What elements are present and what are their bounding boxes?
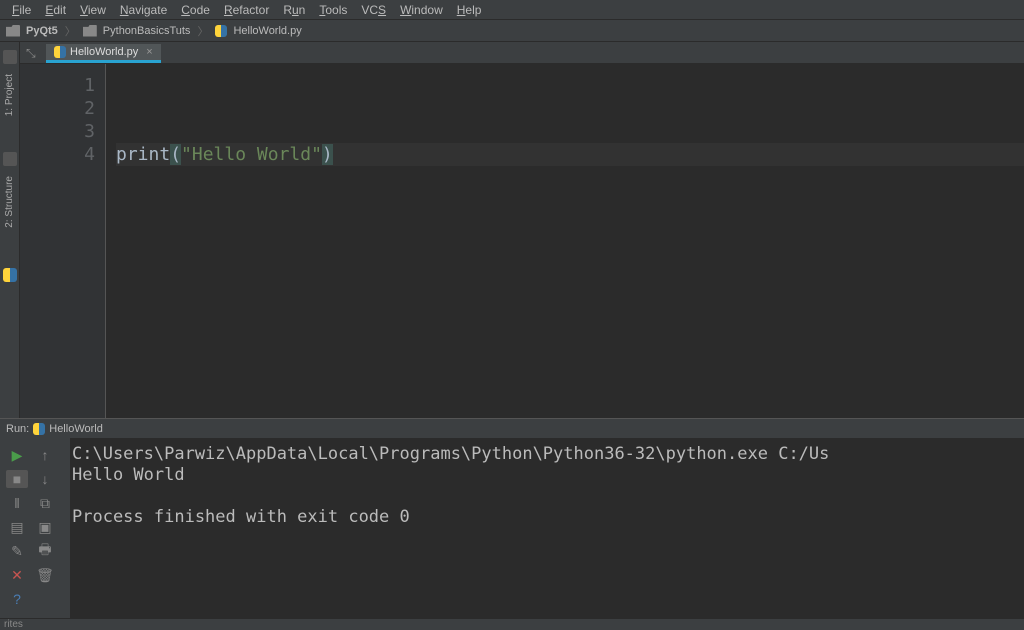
project-tool-icon[interactable] (3, 50, 17, 64)
menu-view[interactable]: View (74, 1, 112, 19)
menu-navigate[interactable]: Navigate (114, 1, 173, 19)
code-area[interactable]: print("Hello World") (105, 64, 1024, 418)
layout-icon[interactable]: ▤ (6, 518, 28, 536)
code-token-string: "Hello World" (181, 144, 322, 165)
scroll-up-icon[interactable]: ↑ (34, 446, 56, 464)
sidebar-tab-structure[interactable]: 2: Structure (4, 172, 15, 232)
gutter: 1 2 3 4 (20, 64, 105, 418)
console-line: C:\Users\Parwiz\AppData\Local\Programs\P… (72, 444, 829, 464)
hide-panel-icon[interactable]: ⤡ (26, 46, 40, 60)
folder-icon (83, 25, 97, 37)
pin-icon[interactable]: ✎ (6, 542, 28, 560)
run-toolbar: ▶ ↑ ■ ↓ ‖ ⧉ ▤ ▣ ✎ 🖶 ✕ 🗑 ? (0, 438, 70, 618)
line-number: 4 (20, 143, 95, 166)
scroll-down-icon[interactable]: ↓ (34, 470, 56, 488)
line-number: 1 (20, 74, 95, 97)
sidebar-tab-project[interactable]: 1: Project (4, 70, 15, 120)
run-label: Run: (6, 423, 29, 435)
line-number: 3 (20, 120, 95, 143)
run-panel-header: Run: HelloWorld (0, 418, 1024, 438)
settings-icon[interactable]: ⧉ (34, 494, 56, 512)
console-line: Process finished with exit code 0 (72, 507, 410, 527)
statusbar: rites (0, 618, 1024, 630)
folder-icon (6, 25, 20, 37)
structure-tool-icon[interactable] (3, 152, 17, 166)
help-button[interactable]: ? (6, 590, 28, 608)
statusbar-text: rites (4, 619, 23, 630)
python-icon (215, 25, 227, 37)
python-icon (54, 46, 66, 58)
soft-wrap-icon[interactable]: ▣ (34, 518, 56, 536)
run-config-name: HelloWorld (49, 423, 103, 435)
print-icon[interactable]: 🖶 (34, 542, 56, 560)
menu-code[interactable]: Code (175, 1, 216, 19)
pause-button[interactable]: ‖ (6, 494, 28, 512)
code-editor[interactable]: 1 2 3 4 print("Hello World") (20, 64, 1024, 418)
menu-window[interactable]: Window (394, 1, 449, 19)
menubar: File Edit View Navigate Code Refactor Ru… (0, 0, 1024, 20)
tool-window-rail: 1: Project 2: Structure (0, 42, 20, 418)
breadcrumb-folder[interactable]: PythonBasicsTuts (103, 25, 191, 37)
menu-help[interactable]: Help (451, 1, 488, 19)
chevron-right-icon: 〉 (65, 23, 76, 39)
menu-edit[interactable]: Edit (39, 1, 72, 19)
python-icon (33, 423, 45, 435)
code-token-paren: ( (170, 144, 181, 165)
line-number: 2 (20, 97, 95, 120)
menu-file[interactable]: File (6, 1, 37, 19)
trash-icon[interactable]: 🗑 (34, 566, 56, 584)
close-icon[interactable]: × (146, 46, 152, 58)
console-output[interactable]: C:\Users\Parwiz\AppData\Local\Programs\P… (70, 438, 1024, 618)
breadcrumb: PyQt5 〉 PythonBasicsTuts 〉 HelloWorld.py (0, 20, 1024, 42)
menu-tools[interactable]: Tools (313, 1, 353, 19)
breadcrumb-file[interactable]: HelloWorld.py (233, 25, 301, 37)
chevron-right-icon: 〉 (197, 23, 208, 39)
menu-run[interactable]: Run (277, 1, 311, 19)
code-token-fn: print (116, 144, 170, 165)
tab-filename: HelloWorld.py (70, 46, 138, 58)
rerun-button[interactable]: ▶ (6, 446, 28, 464)
run-panel: ▶ ↑ ■ ↓ ‖ ⧉ ▤ ▣ ✎ 🖶 ✕ 🗑 ? C:\Users\Parwi… (0, 438, 1024, 618)
close-button[interactable]: ✕ (6, 566, 28, 584)
python-console-icon[interactable] (3, 268, 17, 282)
stop-button[interactable]: ■ (6, 470, 28, 488)
menu-vcs[interactable]: VCS (355, 1, 392, 19)
breadcrumb-project[interactable]: PyQt5 (26, 25, 58, 37)
editor-tabbar: ⤡ HelloWorld.py × (20, 42, 1024, 64)
code-token-paren: ) (322, 144, 333, 165)
editor-tab[interactable]: HelloWorld.py × (46, 44, 161, 63)
menu-refactor[interactable]: Refactor (218, 1, 275, 19)
console-line: Hello World (72, 465, 185, 485)
